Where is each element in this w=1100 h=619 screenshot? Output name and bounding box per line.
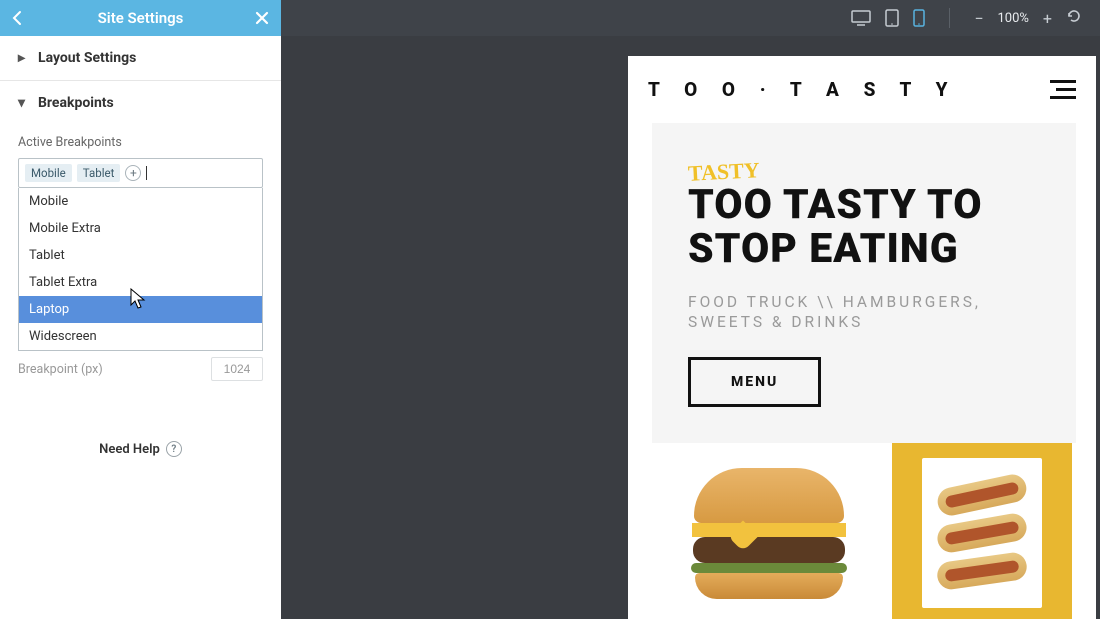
breakpoints-section: ▾ Breakpoints Active Breakpoints Mobile … — [0, 81, 281, 471]
top-toolbar: − 100% + — [281, 0, 1100, 36]
device-switcher — [851, 0, 925, 36]
preview-canvas[interactable]: T O O · T A S T Y TASTY TOO TASTY TO STO… — [281, 36, 1100, 619]
workspace: − 100% + T O O · T A S T Y TASTY TOO TAS — [281, 0, 1100, 619]
breakpoints-header[interactable]: ▾ Breakpoints — [0, 81, 281, 125]
option-widescreen[interactable]: Widescreen — [19, 323, 262, 350]
site-header: T O O · T A S T Y — [628, 56, 1096, 123]
option-laptop[interactable]: Laptop — [19, 296, 262, 323]
settings-panel: Site Settings ▸ Layout Settings ▾ Breakp… — [0, 0, 281, 619]
active-breakpoints-label: Active Breakpoints — [18, 135, 263, 150]
option-mobile-extra[interactable]: Mobile Extra — [19, 215, 262, 242]
breakpoint-px-input[interactable] — [211, 357, 263, 381]
breakpoint-px-row: Breakpoint (px) — [18, 357, 263, 381]
section-title: Layout Settings — [38, 50, 136, 66]
breakpoints-dropdown[interactable]: Mobile Mobile Extra Tablet Tablet Extra … — [18, 188, 263, 351]
app-root: Site Settings ▸ Layout Settings ▾ Breakp… — [0, 0, 1100, 619]
toolbar-separator — [949, 8, 950, 28]
desktop-icon[interactable] — [851, 10, 871, 26]
hero-subtitle: FOOD TRUCK \\ HAMBURGERS, SWEETS & DRINK… — [688, 292, 1050, 334]
panel-title: Site Settings — [98, 9, 184, 27]
panel-header: Site Settings — [0, 0, 281, 36]
add-tag-icon[interactable]: + — [125, 165, 141, 181]
zoom-controls: − 100% + — [974, 8, 1082, 28]
site-logo[interactable]: T O O · T A S T Y — [648, 78, 958, 101]
food-image-row — [646, 443, 1072, 619]
tablet-icon[interactable] — [885, 9, 899, 27]
breakpoints-tag-input[interactable]: Mobile Tablet + — [18, 158, 263, 188]
zoom-in-button[interactable]: + — [1043, 9, 1052, 28]
mobile-preview-frame: T O O · T A S T Y TASTY TOO TASTY TO STO… — [628, 56, 1096, 619]
section-title: Breakpoints — [38, 95, 114, 111]
hero-script-text: TASTY — [687, 157, 760, 187]
close-icon[interactable] — [253, 8, 271, 32]
hotdog-image — [892, 443, 1072, 619]
chevron-right-icon: ▸ — [18, 50, 32, 66]
help-icon: ? — [166, 441, 182, 457]
tag-mobile[interactable]: Mobile — [25, 164, 72, 182]
back-icon[interactable] — [10, 8, 26, 32]
option-mobile[interactable]: Mobile — [19, 188, 262, 215]
need-help-text: Need Help — [99, 442, 160, 457]
hero-menu-button[interactable]: MENU — [688, 357, 821, 407]
option-tablet[interactable]: Tablet — [19, 242, 262, 269]
breakpoint-px-label: Breakpoint (px) — [18, 362, 103, 377]
need-help[interactable]: Need Help ? — [18, 441, 263, 457]
hero-title: TOO TASTY TO STOP EATING — [688, 183, 1050, 272]
hamburger-icon[interactable] — [1050, 80, 1076, 99]
mobile-icon[interactable] — [913, 9, 925, 27]
layout-settings-section[interactable]: ▸ Layout Settings — [0, 36, 281, 81]
burger-image — [646, 443, 892, 619]
hero-section: TASTY TOO TASTY TO STOP EATING FOOD TRUC… — [652, 123, 1076, 443]
text-cursor — [146, 166, 147, 180]
tag-tablet[interactable]: Tablet — [77, 164, 121, 182]
option-tablet-extra[interactable]: Tablet Extra — [19, 269, 262, 296]
undo-icon[interactable] — [1066, 8, 1082, 28]
zoom-out-button[interactable]: − — [974, 9, 983, 28]
zoom-level: 100% — [997, 11, 1028, 26]
chevron-down-icon: ▾ — [18, 95, 32, 111]
